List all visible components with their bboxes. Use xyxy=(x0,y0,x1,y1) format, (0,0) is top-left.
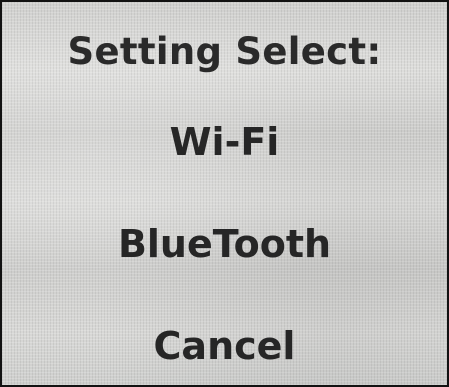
bluetooth-option[interactable]: BlueTooth xyxy=(2,222,447,266)
dialog-title: Setting Select: xyxy=(67,30,382,73)
wifi-option[interactable]: Wi-Fi xyxy=(2,120,447,164)
cancel-option[interactable]: Cancel xyxy=(2,324,447,368)
lcd-screen: Setting Select: Wi-Fi BlueTooth Cancel xyxy=(0,0,449,387)
